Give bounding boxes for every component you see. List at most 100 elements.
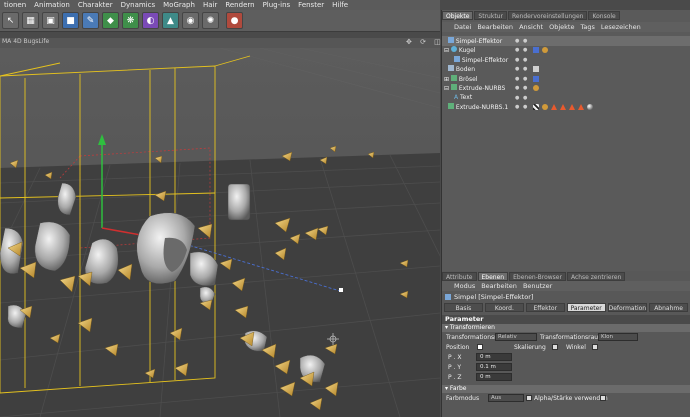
object-name: Extrude-NURBS — [458, 85, 506, 93]
tab-console[interactable]: Konsole — [588, 10, 620, 20]
menu-item[interactable]: Fenster — [294, 1, 328, 9]
material-tag-icon — [569, 104, 575, 111]
menu-datei[interactable]: Datei — [454, 23, 471, 31]
transform-mode-select[interactable]: Relativ — [495, 333, 537, 341]
camera-icon[interactable]: ◉ — [182, 12, 199, 29]
object-name: Extrude-NURBS.1 — [455, 104, 509, 112]
visibility-dots[interactable]: ● ● — [515, 47, 528, 53]
section-color[interactable]: ▾ Farbe — [442, 385, 690, 393]
menu-item[interactable]: tionen — [0, 1, 30, 9]
attribute-tabs: Attribute Ebenen Ebenen-Browser Achse ze… — [442, 271, 690, 281]
visibility-dots[interactable]: ● ● — [515, 95, 528, 101]
section-transform[interactable]: ▾ Transformieren — [442, 324, 690, 332]
menu-objekte[interactable]: Objekte — [549, 23, 574, 31]
falloff-button[interactable]: Abnahme — [649, 302, 689, 312]
section-transform-label: Transformieren — [449, 324, 495, 331]
visibility-dots[interactable]: ● ● — [515, 85, 528, 91]
main-toolbar: ↖ ▦ ▣ ■ ✎ ◆ ❋ ◐ ▲ ◉ ✺ ● — [0, 10, 440, 32]
angle-checkbox[interactable] — [592, 344, 598, 350]
spline-icon[interactable]: ✎ — [82, 12, 99, 29]
parameter-button[interactable]: Parameter — [566, 302, 606, 312]
py-field[interactable]: 0.1 m — [476, 363, 512, 371]
alpha-extra-checkbox[interactable] — [600, 395, 606, 401]
3d-viewport[interactable] — [0, 48, 440, 417]
visibility-dots[interactable]: ● ● — [515, 76, 528, 82]
tab-layer-browser[interactable]: Ebenen-Browser — [509, 271, 566, 281]
menu-benutzer[interactable]: Benutzer — [523, 282, 552, 290]
attribute-page-buttons: Basis Koord. Effektor Parameter Deformat… — [442, 302, 690, 312]
object-row[interactable]: Simpel-Effektor ● ● — [442, 36, 690, 46]
deformer-icon[interactable]: ◐ — [142, 12, 159, 29]
position-label: Position — [446, 343, 470, 351]
object-row[interactable]: A Text ● ● — [442, 93, 690, 103]
tab-layers[interactable]: Ebenen — [477, 271, 509, 281]
px-field[interactable]: 0 m — [476, 353, 512, 361]
visibility-dots[interactable]: ● ● — [515, 104, 528, 110]
alpha-label: Alpha/Stärke verwenden — [534, 394, 608, 402]
coord-button[interactable]: Koord. — [484, 302, 524, 312]
menu-bearbeiten[interactable]: Bearbeiten — [481, 282, 517, 290]
menu-bearbeiten[interactable]: Bearbeiten — [477, 23, 513, 31]
effector-button[interactable]: Effektor — [525, 302, 565, 312]
color-mode-select[interactable]: Aus — [488, 394, 524, 402]
tab-center-axis[interactable]: Achse zentrieren — [566, 271, 626, 281]
object-row[interactable]: ⊟ Extrude-NURBS ● ● — [442, 84, 690, 94]
position-z-row: P . Z 0 m — [442, 372, 690, 382]
menu-item[interactable]: Plug-ins — [259, 1, 295, 9]
scale-checkbox[interactable] — [552, 344, 558, 350]
film-icon[interactable]: ▦ — [22, 12, 39, 29]
pz-label: P . Z — [448, 373, 462, 381]
object-row[interactable]: Extrude-NURBS.1 ● ● — [442, 103, 690, 113]
object-tags — [533, 75, 539, 82]
object-name: Brösel — [458, 75, 478, 83]
material-tag-icon — [578, 104, 584, 111]
menu-item[interactable]: Animation — [30, 1, 74, 9]
menu-item[interactable]: Rendern — [221, 1, 258, 9]
object-name: Simpel-Effektor — [461, 56, 509, 64]
object-row[interactable]: Boden ● ● — [442, 65, 690, 75]
transform-space-select[interactable]: Klon — [598, 333, 638, 341]
viewport-header — [0, 38, 440, 48]
object-name: Text — [460, 94, 473, 102]
object-name: Boden — [455, 66, 476, 74]
section-parameter: Parameter — [442, 315, 690, 324]
menu-item[interactable]: Hair — [199, 1, 221, 9]
cursor-icon[interactable]: ↖ — [2, 12, 19, 29]
object-tags — [533, 66, 539, 73]
menu-item[interactable]: Charakter — [74, 1, 117, 9]
position-x-row: P . X 0 m — [442, 352, 690, 362]
object-row[interactable]: ⊞ Brösel ● ● — [442, 74, 690, 84]
menu-ansicht[interactable]: Ansicht — [519, 23, 543, 31]
visibility-dots[interactable]: ● ● — [515, 57, 528, 63]
render-region-icon[interactable]: ▣ — [42, 12, 59, 29]
menu-lesezeichen[interactable]: Lesezeichen — [601, 23, 641, 31]
menu-item[interactable]: Dynamics — [117, 1, 160, 9]
attribute-manager: Attribute Ebenen Ebenen-Browser Achse ze… — [442, 271, 690, 417]
light-icon[interactable]: ✺ — [202, 12, 219, 29]
alpha-checkbox[interactable] — [526, 395, 532, 401]
pz-field[interactable]: 0 m — [476, 373, 512, 381]
menu-modus[interactable]: Modus — [454, 282, 475, 290]
transform-mode-row: Transformationsmodus Relativ Transformat… — [442, 332, 690, 342]
array-icon[interactable]: ❋ — [122, 12, 139, 29]
deformation-button[interactable]: Deformation — [607, 302, 648, 312]
render-icon[interactable]: ● — [226, 12, 243, 29]
menu-item[interactable]: Hilfe — [328, 1, 352, 9]
menu-item[interactable]: MoGraph — [159, 1, 199, 9]
tab-attributes[interactable]: Attribute — [442, 271, 477, 281]
color-mode-label: Farbmodus — [446, 394, 480, 402]
cube-icon[interactable]: ■ — [62, 12, 79, 29]
tab-structure[interactable]: Struktur — [474, 10, 507, 20]
visibility-dots[interactable]: ● ● — [515, 38, 528, 44]
basis-button[interactable]: Basis — [444, 302, 483, 312]
viewport-scene — [0, 48, 440, 417]
visibility-dots[interactable]: ● ● — [515, 66, 528, 72]
object-row[interactable]: ⊟ Kugel ● ● — [442, 46, 690, 56]
nurbs-icon[interactable]: ◆ — [102, 12, 119, 29]
position-checkbox[interactable] — [477, 344, 483, 350]
menu-tags[interactable]: Tags — [580, 23, 594, 31]
tab-objects[interactable]: Objekte — [442, 10, 474, 20]
tab-render-settings[interactable]: Rendervoreinstellungen — [507, 10, 588, 20]
scene-icon[interactable]: ▲ — [162, 12, 179, 29]
object-row[interactable]: Simpel-Effektor ● ● — [442, 55, 690, 65]
